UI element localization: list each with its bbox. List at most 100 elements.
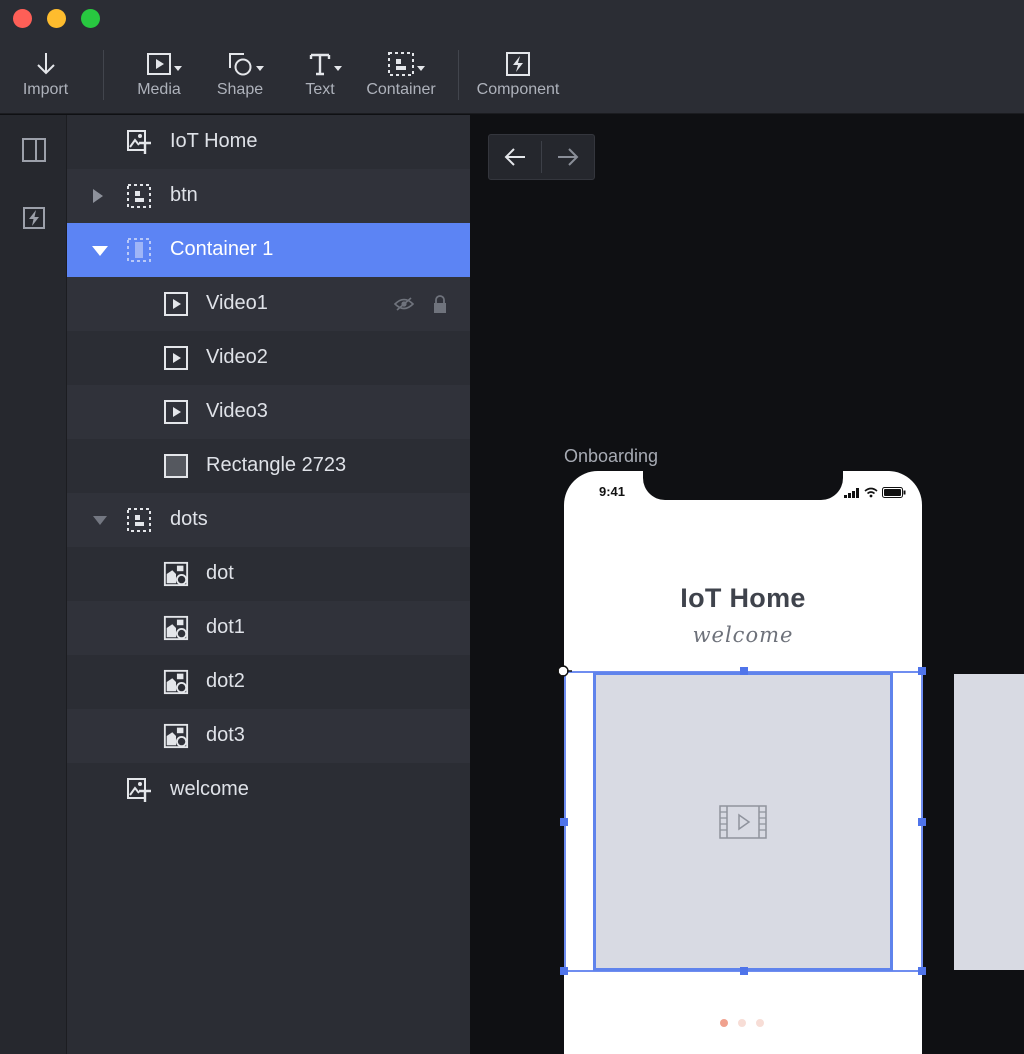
- component-bolt-icon: [505, 48, 531, 80]
- history-nav: [488, 134, 595, 180]
- layer-row-selected[interactable]: Container 1: [67, 223, 470, 277]
- layer-row[interactable]: dot3: [67, 709, 470, 763]
- container-icon: [126, 237, 152, 263]
- shape-label: Shape: [216, 81, 264, 98]
- layer-row[interactable]: dot1: [67, 601, 470, 655]
- shape-icon: [226, 48, 264, 80]
- resize-handle-bottom-left[interactable]: [560, 967, 568, 975]
- forward-button[interactable]: [542, 135, 594, 179]
- page-dot-active[interactable]: [720, 1019, 728, 1027]
- text-button[interactable]: Text: [300, 48, 342, 99]
- container-icon: [387, 48, 425, 80]
- resize-handle-top-right[interactable]: [918, 667, 926, 675]
- status-time: 9:41: [599, 484, 626, 499]
- toolbar-divider: [103, 50, 104, 100]
- hidden-eye-icon[interactable]: [393, 296, 415, 317]
- resize-handle-top[interactable]: [740, 667, 748, 675]
- image-shape-icon: [163, 723, 189, 749]
- layer-row[interactable]: Video3: [67, 385, 470, 439]
- wifi-icon: [864, 487, 878, 498]
- resize-handle-bottom-right[interactable]: [918, 967, 926, 975]
- rectangle-icon: [163, 453, 189, 479]
- lock-icon[interactable]: [432, 294, 448, 319]
- layer-name: dot3: [206, 724, 245, 746]
- app-subtitle: welcome: [692, 623, 794, 647]
- layer-row-tools: [393, 294, 448, 319]
- minimize-window-button[interactable]: [47, 9, 66, 28]
- video-icon: [163, 399, 189, 425]
- layer-name: IoT Home: [170, 130, 258, 152]
- bolt-icon: [22, 206, 45, 229]
- arrow-right-icon: [558, 148, 579, 166]
- video-placeholder[interactable]: [593, 672, 893, 971]
- resize-handle-left[interactable]: [560, 818, 568, 826]
- chevron-down-icon: [174, 66, 182, 71]
- design-canvas[interactable]: Onboarding 9:41 IoT Home welcome: [470, 115, 1024, 1054]
- image-shape-icon: [163, 669, 189, 695]
- container-button[interactable]: Container: [364, 48, 438, 99]
- layer-row[interactable]: dot2: [67, 655, 470, 709]
- layer-name: dot2: [206, 670, 245, 692]
- status-icons: [844, 487, 906, 498]
- video-film-icon: [719, 804, 767, 839]
- page-dot[interactable]: [756, 1019, 764, 1027]
- layer-row[interactable]: Rectangle 2723: [67, 439, 470, 493]
- import-button[interactable]: Import: [18, 48, 73, 99]
- image-shape-icon: [163, 561, 189, 587]
- window-titlebar: [0, 0, 1024, 38]
- image-text-icon: [126, 129, 152, 155]
- layer-row[interactable]: Video2: [67, 331, 470, 385]
- layer-row[interactable]: welcome: [67, 763, 470, 817]
- toolbar-divider: [458, 50, 459, 100]
- layers-panel-button[interactable]: [20, 136, 47, 163]
- component-label: Component: [476, 81, 560, 98]
- layer-name: dot: [206, 562, 234, 584]
- close-window-button[interactable]: [13, 9, 32, 28]
- chevron-down-icon: [334, 66, 342, 71]
- layer-row[interactable]: IoT Home: [67, 115, 470, 169]
- resize-handle-bottom[interactable]: [740, 967, 748, 975]
- import-label: Import: [22, 81, 69, 98]
- layer-row[interactable]: dot: [67, 547, 470, 601]
- image-text-icon: [126, 777, 152, 803]
- component-button[interactable]: Component: [474, 48, 562, 99]
- layer-name: Rectangle 2723: [206, 454, 347, 476]
- anchor-point-icon[interactable]: [554, 662, 572, 680]
- back-button[interactable]: [489, 135, 541, 179]
- arrow-down-icon: [35, 48, 57, 80]
- next-slide-card[interactable]: [954, 674, 1024, 970]
- zoom-window-button[interactable]: [81, 9, 100, 28]
- phone-notch: [643, 470, 843, 500]
- media-icon: [146, 48, 182, 80]
- arrow-left-icon: [504, 148, 525, 166]
- artboard-label[interactable]: Onboarding: [564, 446, 658, 467]
- media-label: Media: [137, 81, 181, 98]
- text-icon: [308, 48, 342, 80]
- layer-name: dots: [170, 508, 208, 530]
- layers-panel: IoT Home btn Container 1 Video1 Video2 V…: [67, 115, 470, 1054]
- layer-row[interactable]: Video1: [67, 277, 470, 331]
- shape-button[interactable]: Shape: [215, 48, 265, 99]
- resize-handle-right[interactable]: [918, 818, 926, 826]
- layer-name: dot1: [206, 616, 245, 638]
- collapse-arrow-icon[interactable]: [92, 244, 108, 256]
- layer-name: Video3: [206, 400, 268, 422]
- layer-row[interactable]: btn: [67, 169, 470, 223]
- panel-icon: [21, 137, 46, 162]
- layer-name: Container 1: [170, 238, 274, 260]
- expand-arrow-icon[interactable]: [93, 189, 103, 203]
- chevron-down-icon: [256, 66, 264, 71]
- page-dot[interactable]: [738, 1019, 746, 1027]
- chevron-down-icon: [417, 66, 425, 71]
- video-icon: [163, 291, 189, 317]
- collapse-arrow-icon[interactable]: [93, 514, 107, 525]
- components-panel-button[interactable]: [20, 204, 47, 231]
- container-icon: [126, 183, 152, 209]
- layer-row[interactable]: dots: [67, 493, 470, 547]
- image-shape-icon: [163, 615, 189, 641]
- media-button[interactable]: Media: [134, 48, 184, 99]
- layer-name: welcome: [170, 778, 249, 800]
- text-label: Text: [305, 81, 335, 98]
- battery-icon: [882, 487, 906, 498]
- signal-icon: [844, 488, 859, 498]
